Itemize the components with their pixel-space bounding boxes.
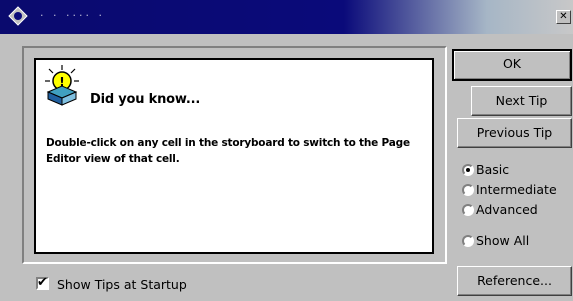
radio-show-all-button[interactable] (462, 235, 474, 247)
lightbulb-icon: ! (45, 65, 79, 106)
radio-selected-dot (466, 168, 470, 172)
check-icon: ✔ (37, 275, 48, 290)
title-bar[interactable]: · · ···· · ✕ (0, 0, 573, 34)
radio-intermediate-label: Intermediate (476, 182, 557, 197)
radio-basic-label: Basic (476, 162, 510, 177)
tip-text: Double-click on any cell in the storyboa… (46, 137, 410, 165)
radio-advanced-label: Advanced (476, 202, 538, 217)
radio-advanced-button[interactable] (462, 204, 474, 216)
previous-tip-label: Previous Tip (476, 125, 553, 140)
reference-label: Reference... (477, 273, 552, 288)
radio-show-all-label: Show All (476, 233, 530, 248)
reference-button[interactable]: Reference... (457, 266, 572, 296)
radio-intermediate-button[interactable] (462, 184, 474, 196)
next-tip-label: Next Tip (495, 93, 548, 108)
window-title: · · ···· · (40, 9, 105, 22)
previous-tip-button[interactable]: Previous Tip (457, 118, 572, 148)
tip-heading: Did you know... (90, 92, 201, 107)
app-icon (8, 6, 28, 26)
close-button[interactable]: ✕ (556, 10, 571, 24)
show-tips-label: Show Tips at Startup (57, 277, 187, 292)
ok-button-label: OK (502, 56, 522, 71)
show-tips-checkbox[interactable]: ✔ (36, 275, 49, 290)
next-tip-button[interactable]: Next Tip (471, 86, 572, 116)
close-icon: ✕ (559, 11, 568, 22)
radio-basic-button[interactable] (462, 164, 474, 176)
ok-button[interactable]: OK (452, 49, 572, 81)
